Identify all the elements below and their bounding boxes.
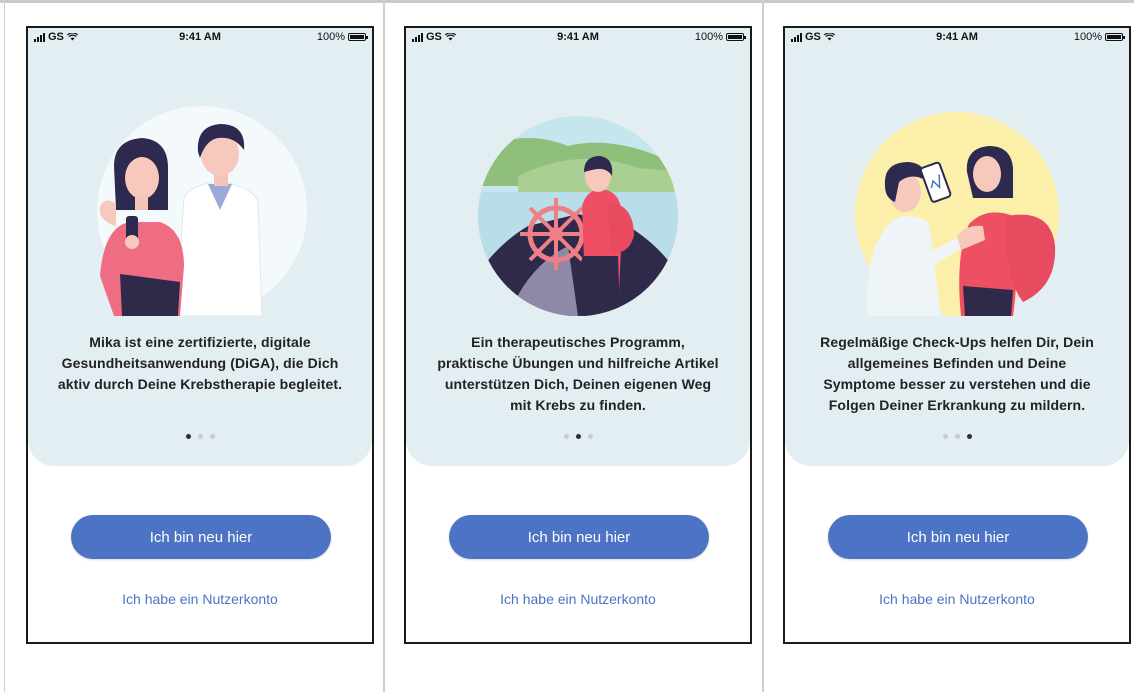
status-bar: GS 9:41 AM 100% [785,28,1129,46]
description-line: Gesundheitsanwendung (DiGA), die Dich [61,355,339,371]
page-dot-1[interactable] [563,434,569,439]
page-dot-1[interactable] [185,434,191,439]
onboarding-description: Ein therapeutisches Programm, praktische… [422,332,734,416]
column-divider [383,0,385,692]
battery-icon [726,33,746,41]
doctor-and-patient-illustration [97,106,307,316]
onboarding-card: GS 9:41 AM 100% [406,28,750,466]
description-line: mit Krebs zu finden. [510,397,646,413]
new-user-button[interactable]: Ich bin neu hier [449,515,709,559]
page-indicator [406,434,750,439]
description-line: aktiv durch Deine Krebstherapie begleite… [57,376,343,392]
onboarding-card: GS 9:41 AM 100% [785,28,1129,466]
description-line: Symptome besser zu verstehen und die [823,376,1091,392]
new-user-button[interactable]: Ich bin neu hier [71,515,331,559]
page-dot-1[interactable] [942,434,948,439]
status-bar: GS 9:41 AM 100% [406,28,750,46]
description-line: praktische Übungen und hilfreiche Artike… [437,355,719,371]
description-line: Mika ist eine zertifizierte, digitale [89,334,311,350]
column-divider [762,0,764,692]
description-line: Regelmäßige Check-Ups helfen Dir, Dein [820,334,1094,350]
battery-icon [348,33,368,41]
description-line: Ein therapeutisches Programm, [471,334,685,350]
status-bar: GS 9:41 AM 100% [28,28,372,46]
page-dot-2[interactable] [954,434,960,439]
battery-status: 100% [316,31,368,43]
battery-status: 100% [1073,31,1125,43]
page-dot-2[interactable] [575,434,581,439]
column-divider [4,0,5,692]
battery-icon [1105,33,1125,41]
page-dot-2[interactable] [197,434,203,439]
battery-status: 100% [694,31,746,43]
battery-percent: 100% [316,31,345,43]
page-indicator [785,434,1129,439]
description-line: allgemeines Befinden und Deine [847,355,1067,371]
new-user-button[interactable]: Ich bin neu hier [828,515,1088,559]
battery-percent: 100% [694,31,723,43]
battery-percent: 100% [1073,31,1102,43]
description-line: Folgen Deiner Erkrankung zu mildern. [828,397,1086,413]
phone-screen-2: GS 9:41 AM 100% Ein therapeutisches Prog… [404,26,752,644]
phone-screen-1: GS 9:41 AM 100% Mika ist eine zertifizie… [26,26,374,644]
onboarding-description: Regelmäßige Check-Ups helfen Dir, Dein a… [801,332,1113,416]
existing-account-link[interactable]: Ich habe ein Nutzerkonto [28,591,372,607]
onboarding-card: GS 9:41 AM 100% [28,28,372,466]
description-line: unterstützen Dich, Deinen eigenen Weg [444,376,712,392]
doctor-consultation-phone-illustration [855,112,1059,316]
existing-account-link[interactable]: Ich habe ein Nutzerkonto [406,591,750,607]
existing-account-link[interactable]: Ich habe ein Nutzerkonto [785,591,1129,607]
page-indicator [28,434,372,439]
page-dot-3[interactable] [209,434,215,439]
person-steering-boat-illustration [478,116,678,316]
phone-screen-3: GS 9:41 AM 100% Regelmäßige Check-Ups he… [783,26,1131,644]
top-border [0,0,1134,3]
onboarding-description: Mika ist eine zertifizierte, digitale Ge… [44,332,356,395]
page-dot-3[interactable] [966,434,972,439]
page-dot-3[interactable] [587,434,593,439]
